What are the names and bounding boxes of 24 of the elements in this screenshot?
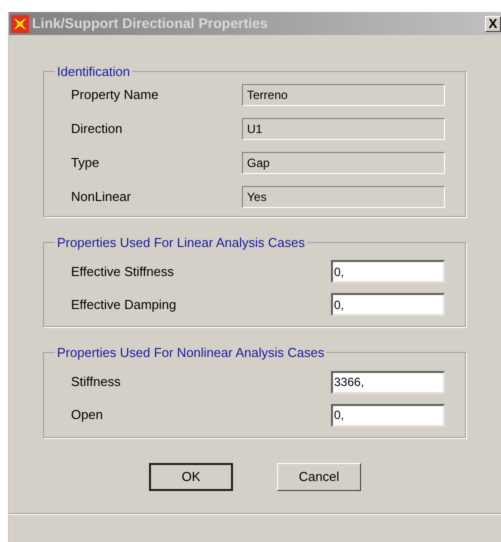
input-field[interactable]: 0, <box>331 293 445 316</box>
readonly-field: Terreno <box>242 84 445 106</box>
close-button[interactable]: X <box>485 16 501 32</box>
field-label: Stiffness <box>71 373 121 392</box>
dialog-button[interactable]: Cancel <box>277 462 361 490</box>
input-field[interactable]: 0, <box>331 260 445 283</box>
field-label: Effective Damping <box>71 296 176 314</box>
readonly-field: Yes <box>242 186 445 208</box>
input-field[interactable]: 3366, <box>331 370 445 394</box>
readonly-field: U1 <box>242 118 445 140</box>
field-label: NonLinear <box>71 188 131 206</box>
field-label: Open <box>71 406 103 424</box>
field-label: Direction <box>71 120 122 138</box>
app-logo-icon <box>11 14 29 32</box>
window-title: Link/Support Directional Properties <box>32 14 268 33</box>
field-label: Effective Stiffness <box>71 262 174 281</box>
group-title: Properties Used For Nonlinear Analysis Cases <box>56 344 326 362</box>
input-field[interactable]: 0, <box>331 404 445 426</box>
group-title: Identification <box>56 63 131 81</box>
group-title: Properties Used For Linear Analysis Cases <box>56 234 306 252</box>
dialog-button[interactable]: OK <box>149 462 233 490</box>
readonly-field: Gap <box>242 152 445 174</box>
field-label: Type <box>71 154 100 172</box>
field-label: Property Name <box>71 86 158 104</box>
